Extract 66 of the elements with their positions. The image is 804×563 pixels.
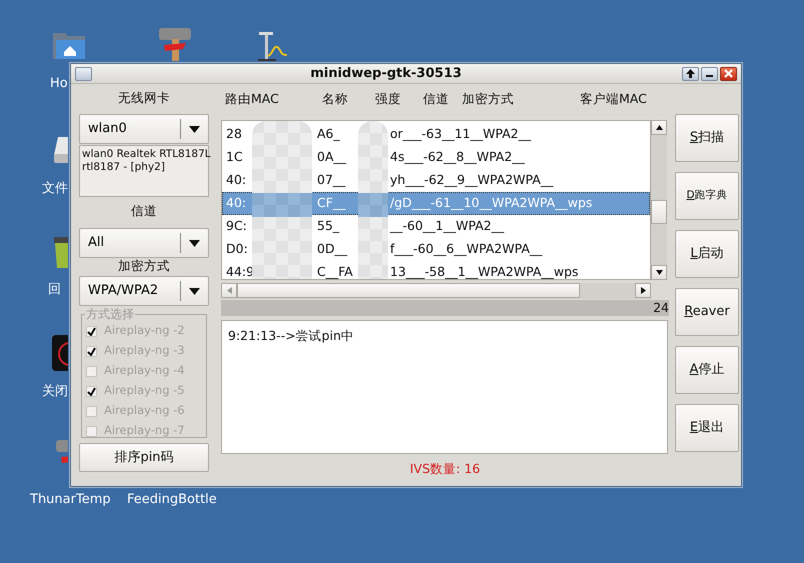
log-line: 9:21:13-->尝试pin中 (228, 327, 356, 345)
status-text: IVS数量: 16 (408, 460, 482, 478)
trash-icon[interactable] (52, 235, 68, 269)
dropdown[interactable]: All (79, 228, 209, 258)
up-arrow-icon (656, 125, 662, 130)
column-header: 加密方式 (462, 90, 515, 108)
list-row[interactable]: D0: 0D__ f___-60__6__WPA2WPA__ (222, 238, 650, 261)
pump-icon[interactable] (255, 30, 289, 61)
power-icon[interactable] (52, 335, 68, 371)
checkbox-label: Aireplay-ng -4 (104, 362, 185, 380)
count-label: 24 (653, 300, 669, 315)
field-label: 加密方式 (117, 258, 171, 273)
icon-label: FeedingBottle (127, 491, 217, 509)
icon-label: 回 (48, 281, 61, 299)
action-button[interactable]: L启动 (675, 230, 739, 278)
action-button[interactable]: Reaver (675, 288, 739, 336)
drive-icon[interactable] (52, 135, 68, 165)
window-title: minidwep-gtk-30513 (309, 64, 463, 83)
window-menu-button[interactable] (75, 66, 92, 80)
close-icon (724, 69, 733, 78)
checkbox-label: Aireplay-ng -3 (104, 342, 185, 360)
checkbox-label: Aireplay-ng -7 (104, 422, 185, 440)
close-button[interactable] (720, 66, 737, 80)
checkbox-label: Aireplay-ng -6 (104, 402, 185, 420)
left-arrow-icon (226, 287, 232, 294)
scroll-left-button[interactable] (221, 283, 237, 298)
icon-label: 文件 (42, 180, 68, 198)
caret-icon (189, 240, 200, 246)
dropdown[interactable]: wlan0 (79, 114, 209, 144)
icon-label: 关闭 (42, 383, 68, 401)
up-arrow-icon (686, 69, 695, 78)
list-row[interactable]: 9C: 55_ __-60__1__WPA2__ (222, 215, 650, 238)
scrollbar-thumb[interactable] (237, 283, 580, 298)
icon-label: Ho (50, 75, 68, 93)
scroll-up-button[interactable] (651, 120, 667, 135)
group-title: 方式选择 (85, 307, 135, 321)
action-button[interactable]: S扫描 (675, 114, 739, 162)
field-label: 无线网卡 (117, 90, 171, 105)
checkbox-label: Aireplay-ng -2 (104, 322, 185, 340)
caret-icon (189, 288, 200, 294)
sort-button[interactable]: 排序pin码 (79, 443, 209, 472)
scrollbar-thumb[interactable] (651, 200, 667, 224)
info-box: wlan0 Realtek RTL8187L rtl8187 - [phy2] (79, 145, 209, 197)
right-arrow-icon (640, 287, 646, 294)
list-row[interactable]: 28 A6_ or___-63__11__WPA2__ (222, 123, 650, 146)
scroll-right-button[interactable] (635, 283, 651, 298)
list-row[interactable]: 1C 0A__ 4s___-62__8__WPA2__ (222, 146, 650, 169)
field-label: 信道 (130, 203, 158, 218)
scroll-down-button[interactable] (651, 265, 667, 280)
column-header: 信道 (423, 90, 450, 108)
icon-label: ThunarTemp (30, 491, 111, 509)
column-header: 路由MAC (225, 90, 280, 108)
action-button[interactable]: D跑字典 (675, 172, 739, 220)
maximize-button[interactable] (682, 66, 699, 80)
action-button[interactable]: A停止 (675, 346, 739, 394)
dropdown[interactable]: WPA/WPA2 (79, 276, 209, 306)
column-header: 名称 (322, 90, 349, 108)
folder-icon[interactable] (52, 30, 86, 61)
minimize-button[interactable] (701, 66, 718, 80)
down-arrow-icon (656, 270, 662, 275)
column-header: 强度 (375, 90, 402, 108)
checkbox-label: Aireplay-ng -5 (104, 382, 185, 400)
caret-icon (189, 126, 200, 132)
column-header: 客户端MAC (580, 90, 648, 108)
action-button[interactable]: E退出 (675, 404, 739, 452)
list-row[interactable]: 40: 07__ yh___-62__9__WPA2WPA__ (222, 169, 650, 192)
